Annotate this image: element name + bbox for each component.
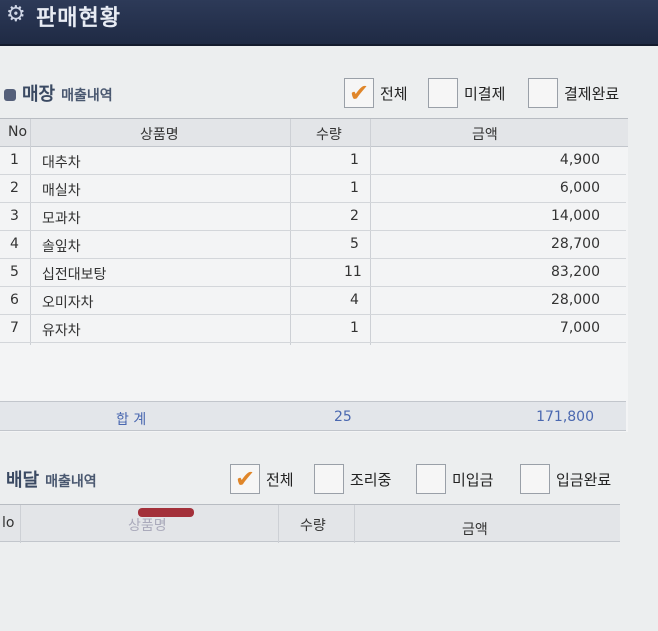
cell-amount: 83,200 [551, 264, 600, 280]
grid-divider [354, 505, 355, 543]
col-amount: 금액 [462, 522, 488, 538]
col-no: lo [2, 515, 15, 531]
store-subtitle: 매출내역 [61, 88, 113, 104]
filter-store-unpaid[interactable]: 미결제 [428, 78, 505, 108]
filter-store-paid[interactable]: 결제완료 [528, 78, 619, 108]
col-qty: 수량 [300, 518, 326, 534]
bullet-icon [4, 89, 16, 101]
cell-name: 유자차 [42, 323, 81, 339]
cell-amount: 14,000 [551, 208, 600, 224]
window-title: 판매현황 [36, 6, 121, 31]
checkbox[interactable] [520, 464, 550, 494]
total-row: 합 계 25 171,800 [0, 401, 626, 431]
filter-delivery-unpaid[interactable]: 미입금 [416, 464, 493, 494]
cell-name: 매실차 [42, 183, 81, 199]
gear-icon: ⚙ [6, 2, 26, 27]
col-amount: 금액 [472, 127, 498, 143]
cell-no: 5 [10, 264, 19, 280]
cell-amount: 7,000 [559, 320, 600, 336]
cell-name: 오미자차 [42, 295, 94, 311]
cell-amount: 6,000 [559, 180, 600, 196]
store-title: 매장 [22, 84, 56, 105]
table-row[interactable]: 4 솔잎차 5 28,700 [0, 231, 626, 259]
cell-qty: 1 [350, 180, 359, 196]
cell-no: 4 [10, 236, 19, 252]
cell-amount: 28,700 [551, 236, 600, 252]
check-icon: ✔ [234, 465, 256, 493]
checkbox[interactable] [416, 464, 446, 494]
delivery-title: 배달 [6, 470, 40, 491]
filter-label: 미입금 [452, 470, 494, 489]
grid-divider [278, 505, 279, 543]
col-name: 상품명 [128, 518, 167, 534]
filter-label: 전체 [266, 470, 294, 489]
cell-amount: 28,000 [551, 292, 600, 308]
table-row[interactable]: 6 오미자차 4 28,000 [0, 287, 626, 315]
total-label: 합 계 [116, 412, 147, 428]
col-name: 상품명 [140, 127, 179, 143]
cell-name: 솔잎차 [42, 239, 81, 255]
filter-label: 결제완료 [564, 84, 620, 103]
redaction-mark [138, 508, 194, 517]
check-icon: ✔ [348, 79, 370, 107]
filter-label: 전체 [380, 84, 408, 103]
cell-qty: 11 [344, 264, 362, 280]
total-qty: 25 [334, 409, 352, 425]
cell-name: 모과차 [42, 211, 81, 227]
table-row[interactable]: 3 모과차 2 14,000 [0, 203, 626, 231]
cell-qty: 1 [350, 152, 359, 168]
store-sales-grid: No 상품명 수량 금액 1 대추차 1 4,900 2 매실차 1 6,000… [0, 118, 628, 432]
table-row[interactable]: 7 유자차 1 7,000 [0, 315, 626, 343]
delivery-grid-header: lo 상품명 수량 금액 [0, 504, 620, 543]
checkbox[interactable] [428, 78, 458, 108]
grid-header: No 상품명 수량 금액 [0, 119, 628, 147]
cell-no: 3 [10, 208, 19, 224]
title-bar: ⚙ 판매현황 [0, 0, 658, 46]
table-row[interactable]: 1 대추차 1 4,900 [0, 147, 626, 175]
table-row[interactable]: 5 십전대보탕 11 83,200 [0, 259, 626, 287]
filter-delivery-all[interactable]: ✔ 전체 [230, 464, 294, 494]
filter-label: 미결제 [464, 84, 506, 103]
col-no: No [8, 124, 28, 140]
total-amount: 171,800 [536, 409, 594, 425]
col-qty: 수량 [316, 127, 342, 143]
cell-no: 6 [10, 292, 19, 308]
cell-no: 2 [10, 180, 19, 196]
checkbox[interactable]: ✔ [230, 464, 260, 494]
cell-qty: 1 [350, 320, 359, 336]
filter-delivery-paid[interactable]: 입금완료 [520, 464, 611, 494]
cell-name: 대추차 [42, 155, 81, 171]
cell-amount: 4,900 [559, 152, 600, 168]
delivery-section-title: 배달 매출내역 [6, 466, 97, 492]
cell-no: 1 [10, 152, 19, 168]
filter-store-all[interactable]: ✔ 전체 [344, 78, 408, 108]
cell-no: 7 [10, 320, 19, 336]
checkbox[interactable]: ✔ [344, 78, 374, 108]
checkbox[interactable] [528, 78, 558, 108]
filter-delivery-cooking[interactable]: 조리중 [314, 464, 391, 494]
table-row[interactable]: 2 매실차 1 6,000 [0, 175, 626, 203]
cell-qty: 4 [350, 292, 359, 308]
checkbox[interactable] [314, 464, 344, 494]
grid-divider [20, 505, 21, 543]
filter-label: 조리중 [350, 470, 392, 489]
cell-qty: 5 [350, 236, 359, 252]
delivery-subtitle: 매출내역 [45, 474, 97, 490]
cell-name: 십전대보탕 [42, 267, 107, 283]
filter-label: 입금완료 [556, 470, 612, 489]
store-section-title: 매장 매출내역 [4, 80, 113, 106]
cell-qty: 2 [350, 208, 359, 224]
